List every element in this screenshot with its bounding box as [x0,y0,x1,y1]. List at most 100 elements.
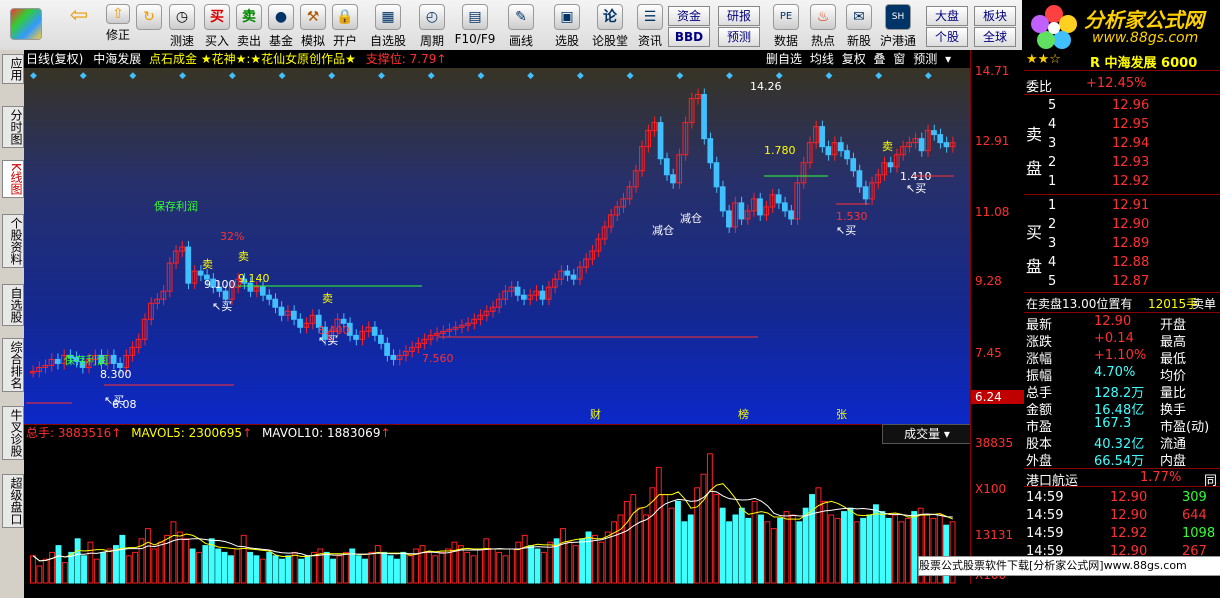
tab-ranking[interactable]: 综合排名 [2,338,24,392]
candle-body [757,198,763,216]
indicator-name: 点石成金 ★花神★:★花仙女原创作品★ [149,52,356,66]
tab-apps[interactable]: 应用 [2,54,24,84]
up-arrow-icon: ↑ [380,426,391,440]
sell-order-row: 12.96 [1112,98,1150,113]
tab-diagnose[interactable]: 牛叉诊股 [2,406,24,460]
signal-diamond: ◆ [428,71,435,81]
volume-bar [860,517,867,584]
volume-bar [157,541,164,584]
buy-button[interactable]: 买买入 [202,2,232,48]
predict-button[interactable]: 预测 [913,52,937,66]
speed-test-button[interactable]: ◷ 测速 [166,2,198,48]
volume-bar [604,531,611,584]
sector-button[interactable]: 板块 [974,6,1016,26]
tab-stock-info[interactable]: 个股资料 [2,214,24,268]
volume-bar [566,541,573,584]
ma-button[interactable]: 均线 [810,52,834,66]
watchlist-button[interactable]: ▦ 自选股 [368,2,408,48]
left-tab-bar: 应用 分时图 K线图 个股资料 自选股 综合排名 牛叉诊股 超级盘口 [0,50,24,598]
volume-bar [30,555,36,584]
back-arrow-icon[interactable]: ⇦ [60,2,98,48]
forecast-button[interactable]: 预测 [718,27,760,47]
candle-body [272,298,279,308]
forum-label: 论股堂 [591,34,628,48]
volume-selector[interactable]: 成交量 ▾ [882,424,972,444]
candle-body [371,326,378,336]
fund-button[interactable]: ● 基金 [266,2,296,48]
fix-label: 修正 [105,28,130,42]
volume-bar [885,517,892,584]
industry-pct: 1.77% [1140,470,1182,485]
order-notice: 在卖盘13.00位置有 [1026,297,1133,311]
remove-watchlist-button[interactable]: 删自选 [766,52,802,66]
sell-button[interactable]: 卖卖出 [234,2,264,48]
volume-bar [477,548,483,584]
tab-watchlist[interactable]: 自选股 [2,284,24,326]
volume-panel[interactable] [24,424,970,585]
app-icon[interactable] [4,2,48,48]
volume-bar [49,551,56,584]
volume-bar [904,517,911,584]
hot-button[interactable]: ♨ 热点 [806,2,840,48]
window-button[interactable]: 窗 [893,52,905,66]
stat-row: +0.14 [1094,331,1134,346]
up-down-arrows-icon[interactable]: ⇧ 修正 [104,2,132,48]
volume-bar [534,548,541,584]
tab-kline[interactable]: K线图 [2,160,24,198]
overlay-button[interactable]: 叠 [874,52,886,66]
volume-bar [74,538,81,584]
news-button[interactable]: ☰ 资讯 [634,2,666,48]
candle-body [570,274,577,280]
candle-body [707,138,714,164]
candle-body [259,286,266,296]
volume-bar [643,514,649,584]
f10-button[interactable]: ▤ F10/F9 [454,2,496,48]
stock-select-button[interactable]: ▣ 选股 [548,2,586,48]
volume-bar [400,551,407,584]
chart-header: 日线(复权) 中海发展 点石成金 ★花神★:★花仙女原创作品★ 支撑位: 7.7… [24,50,970,68]
volume-bar [579,538,586,584]
simulate-button[interactable]: ⚒ 模拟 [298,2,328,48]
kline-chart-area[interactable]: ◆ ◆ ◆ ◆ ◆ ◆ ◆ ◆ ◆ ◆ ◆ ◆ ◆ ◆ ◆ ◆ ◆ ◆ ◆ 保存利润 保存利润卖卖卖卖 ↖买 ↖买 ↖买 ↖买 ↖… [24,50,970,424]
open-account-button[interactable]: 🔒 开户 [330,2,360,48]
mavol5: MAVOL5: 2300695 [131,426,243,440]
fund-flow-button[interactable]: 资金 [668,6,710,26]
volume-bar [42,558,49,584]
volume-bar [298,558,305,584]
forum-button[interactable]: 论论股堂 [590,2,630,48]
download-banner[interactable]: 股票公式股票软件下载[分析家公式网]www.88gs.com [918,556,1220,576]
data-button[interactable]: PE 数据 [768,2,804,48]
chevron-down-icon[interactable]: ▾ [945,52,951,66]
volume-bar [113,545,119,584]
price-label: 8.300 [100,368,132,381]
research-button[interactable]: 研报 [718,6,760,26]
candle-body [514,286,521,296]
stock-button[interactable]: 个股 [926,27,968,47]
volume-bar [796,521,803,584]
ipo-button[interactable]: ✉ 新股 [842,2,876,48]
draw-line-button[interactable]: ✎ 画线 [502,2,540,48]
volume-bar [866,514,873,584]
hk-connect-icon: SH [885,4,911,30]
period-button[interactable]: ◴ 周期 [412,2,452,48]
signal-diamond: ◆ [875,71,882,81]
watchlist-label: 自选股 [369,34,406,48]
fix-button[interactable]: ↻ [134,2,164,48]
tab-intraday[interactable]: 分时图 [2,106,24,148]
volume-bar [189,548,196,584]
volume-bar [770,528,777,584]
volume-bar [355,555,362,584]
volume-bar [617,514,624,584]
tab-super-panel[interactable]: 超级盘口 [2,474,24,528]
adjust-button[interactable]: 复权 [842,52,866,66]
bbd-button[interactable]: BBD [668,27,710,47]
volume-bar [374,545,381,584]
hk-connect-button[interactable]: SH 沪港通 [878,2,918,48]
signal-diamond: ◆ [328,71,335,81]
global-button[interactable]: 全球 [974,27,1016,47]
candle-body [931,130,937,136]
volume-bar [81,555,87,584]
stat-row: +1.10% [1094,348,1147,363]
volume-bar [336,555,343,584]
market-button[interactable]: 大盘 [926,6,968,26]
